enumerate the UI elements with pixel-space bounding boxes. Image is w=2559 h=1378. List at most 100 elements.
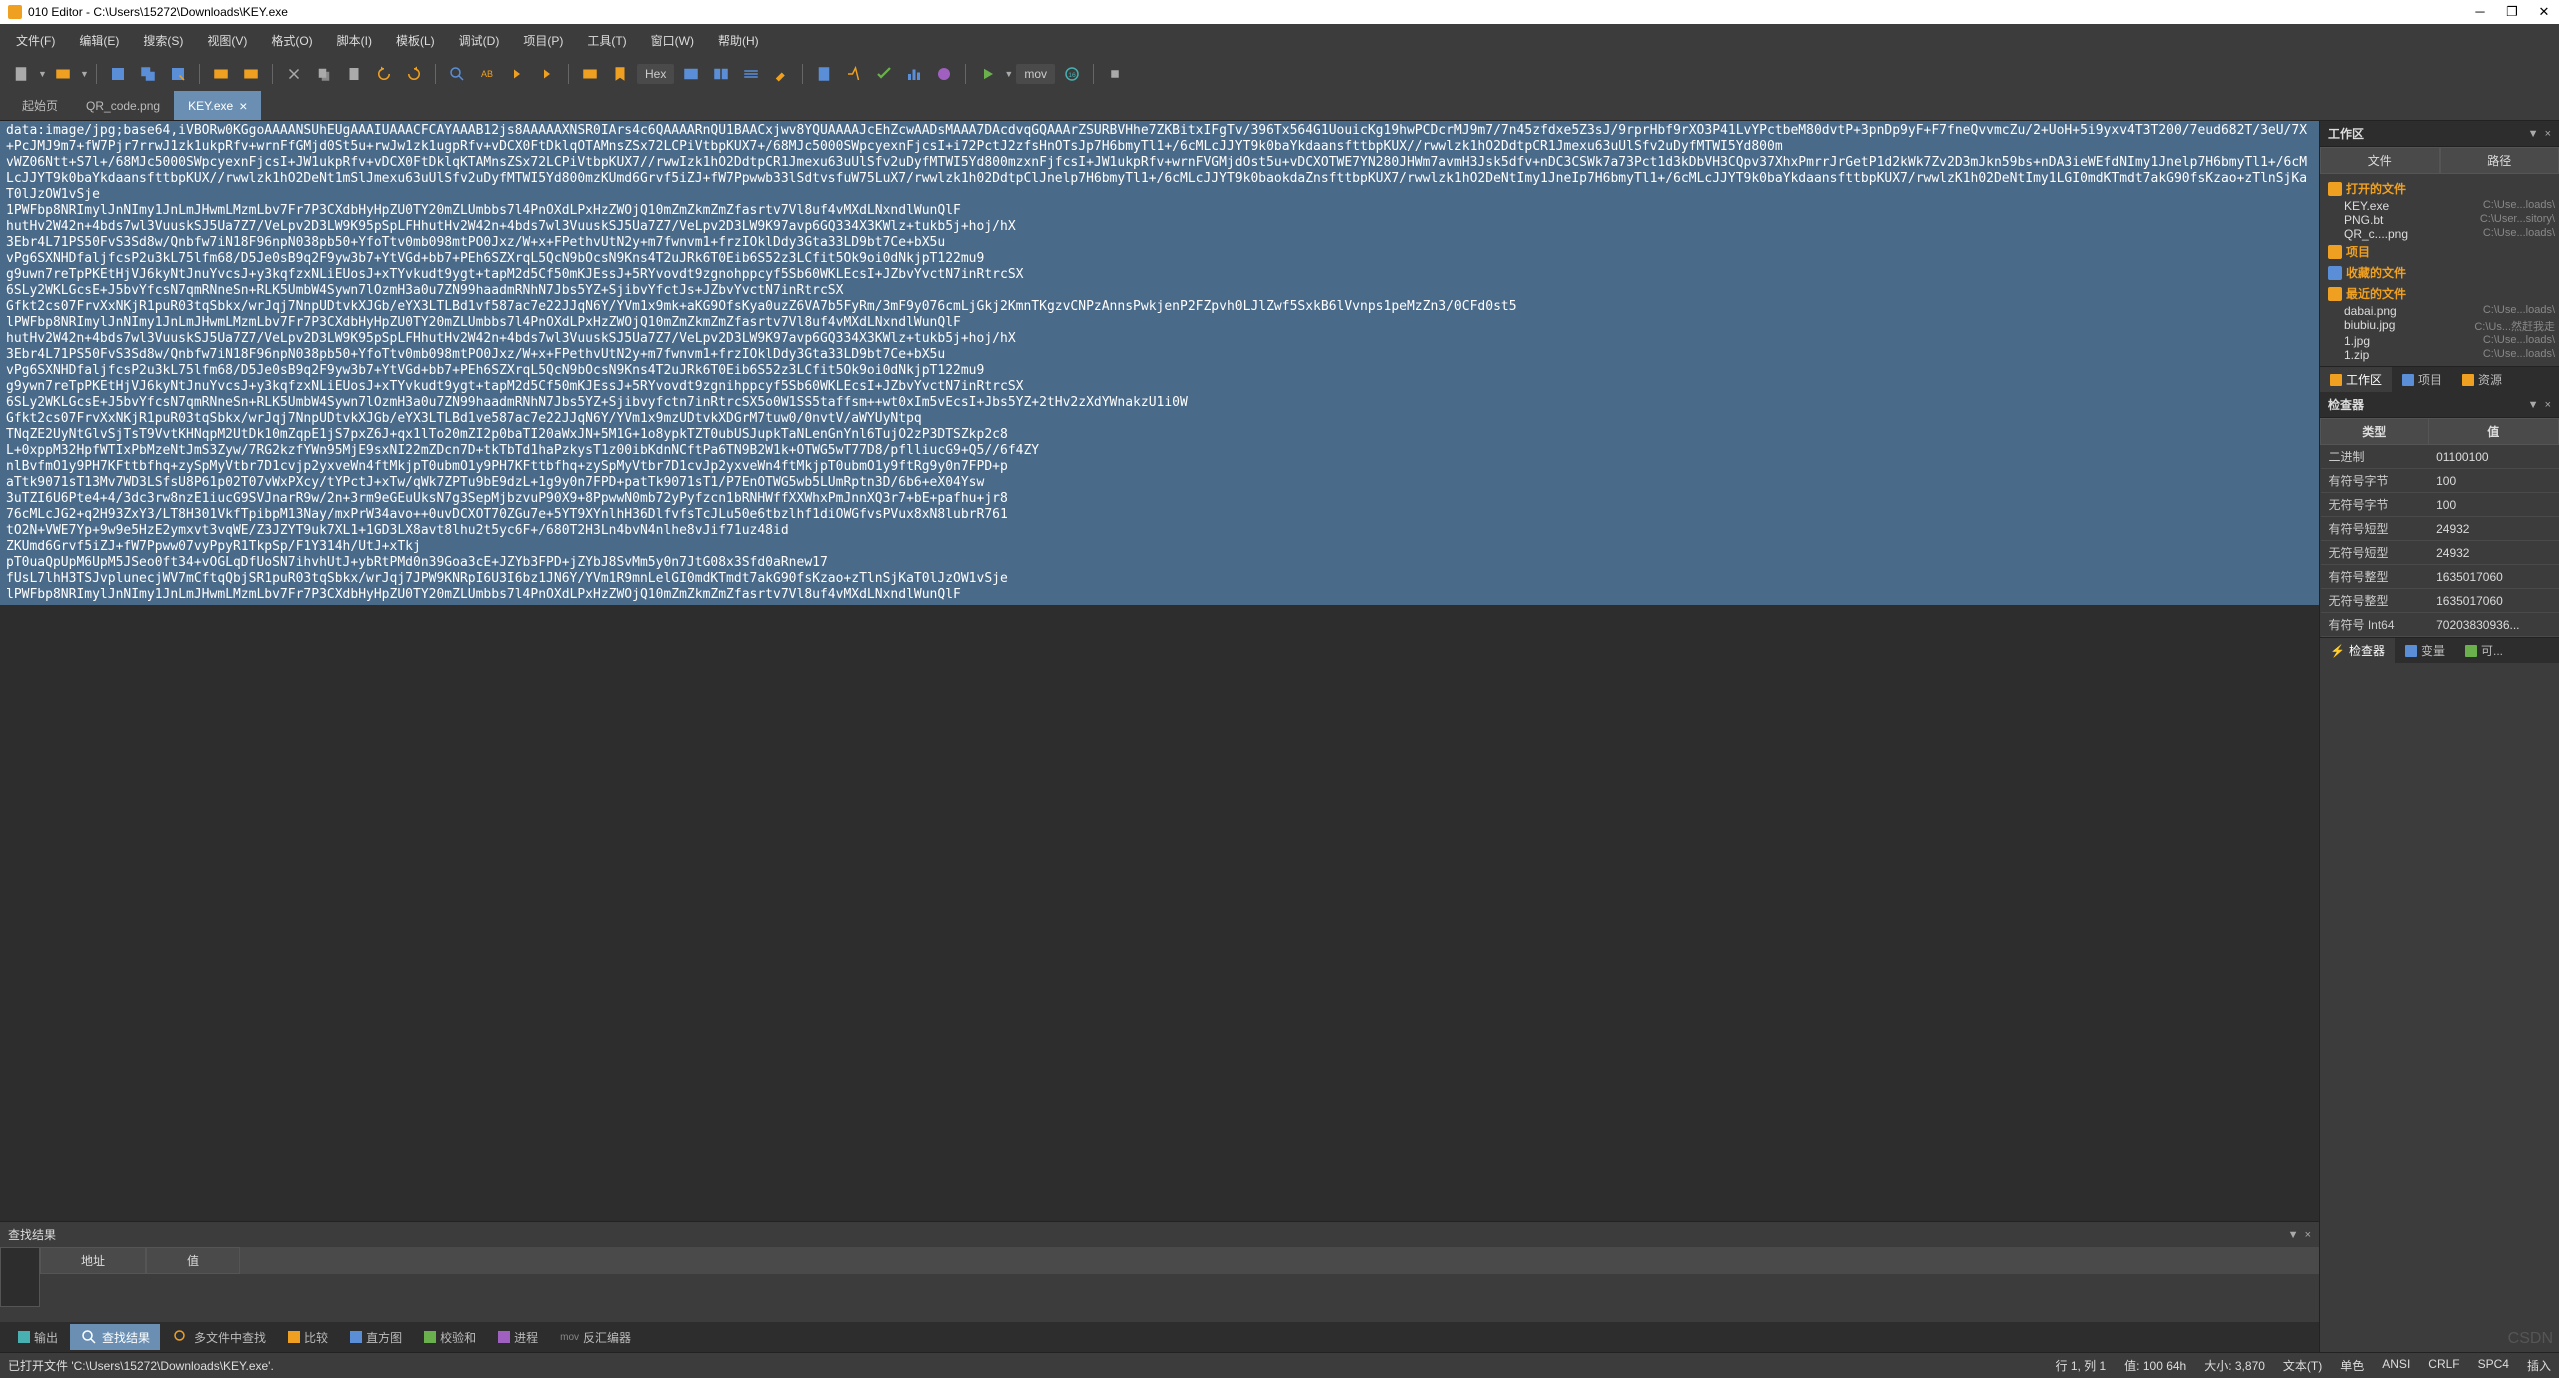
find-next-button[interactable] xyxy=(534,61,560,87)
inspector-col-value[interactable]: 值 xyxy=(2428,419,2558,445)
tree-file[interactable]: KEY.exeC:\Use...loads\ xyxy=(2324,199,2555,213)
status-encoding[interactable]: ANSI xyxy=(2382,1357,2410,1374)
side-tab-workspace[interactable]: 工作区 xyxy=(2320,367,2392,392)
tree-section-project[interactable]: 项目 xyxy=(2324,241,2555,262)
btab-results[interactable]: 查找结果 xyxy=(70,1324,160,1350)
maximize-button[interactable]: ❐ xyxy=(2505,5,2519,19)
open-file-button[interactable] xyxy=(50,61,76,87)
tree-section-open[interactable]: 打开的文件 xyxy=(2324,178,2555,199)
tree-file[interactable]: QR_c....pngC:\Use...loads\ xyxy=(2324,227,2555,241)
status-insert-mode[interactable]: 插入 xyxy=(2527,1357,2551,1374)
goto-button[interactable] xyxy=(577,61,603,87)
status-lineending[interactable]: CRLF xyxy=(2428,1357,2459,1374)
inspector-row[interactable]: 无符号整型1635017060 xyxy=(2321,589,2559,613)
status-type[interactable]: 文本(T) xyxy=(2283,1357,2322,1374)
side-tab-project[interactable]: 项目 xyxy=(2392,367,2452,392)
redo-button[interactable] xyxy=(401,61,427,87)
find-prev-button[interactable] xyxy=(504,61,530,87)
run-dropdown[interactable]: ▼ xyxy=(1004,69,1012,79)
workspace-tree[interactable]: 打开的文件 KEY.exeC:\Use...loads\ PNG.btC:\Us… xyxy=(2320,174,2559,366)
workspace-col-path[interactable]: 路径 xyxy=(2440,147,2559,174)
toggle-hex-button[interactable] xyxy=(678,61,704,87)
save-button[interactable] xyxy=(105,61,131,87)
open-dropdown[interactable]: ▼ xyxy=(80,69,88,79)
side-tab-inspector[interactable]: ⚡检查器 xyxy=(2320,638,2395,663)
btab-checksum[interactable]: 校验和 xyxy=(414,1324,486,1350)
find-button[interactable] xyxy=(444,61,470,87)
ruler-button[interactable] xyxy=(738,61,764,87)
process-button[interactable] xyxy=(931,61,957,87)
new-file-button[interactable] xyxy=(8,61,34,87)
hex-mode-label[interactable]: Hex xyxy=(637,64,674,84)
inspector-row[interactable]: 有符号字节100 xyxy=(2321,469,2559,493)
workspace-col-file[interactable]: 文件 xyxy=(2320,147,2440,174)
bookmark-button[interactable] xyxy=(607,61,633,87)
panel-close-icon[interactable]: × xyxy=(2545,128,2551,140)
menu-window[interactable]: 窗口(W) xyxy=(643,28,702,53)
menu-search[interactable]: 搜索(S) xyxy=(135,28,191,53)
inspector-row[interactable]: 二进制01100100 xyxy=(2321,445,2559,469)
btab-process[interactable]: 进程 xyxy=(488,1324,548,1350)
panel-close-icon[interactable]: × xyxy=(2545,399,2551,411)
status-spacing[interactable]: SPC4 xyxy=(2478,1357,2509,1374)
btab-find-in-files[interactable]: 多文件中查找 xyxy=(162,1324,276,1350)
tab-keyexe[interactable]: KEY.exe × xyxy=(174,91,261,120)
open-project-button[interactable] xyxy=(208,61,234,87)
panel-dropdown-icon[interactable]: ▼ xyxy=(2288,1229,2299,1241)
highlight-button[interactable] xyxy=(768,61,794,87)
tree-file[interactable]: PNG.btC:\User...sitory\ xyxy=(2324,213,2555,227)
search-col-value[interactable]: 值 xyxy=(146,1247,240,1274)
copy-button[interactable] xyxy=(311,61,337,87)
menu-project[interactable]: 项目(P) xyxy=(515,28,571,53)
save-as-button[interactable] xyxy=(165,61,191,87)
mov-label[interactable]: mov xyxy=(1016,64,1055,84)
menu-script[interactable]: 脚本(I) xyxy=(329,28,380,53)
btab-compare[interactable]: 比较 xyxy=(278,1324,338,1350)
panel-dropdown-icon[interactable]: ▼ xyxy=(2528,399,2539,411)
menu-debug[interactable]: 调试(D) xyxy=(451,28,508,53)
editor-content[interactable]: data:image/jpg;base64,iVBORw0KGgoAAAANSU… xyxy=(0,121,2319,605)
btab-histogram[interactable]: 直方图 xyxy=(340,1324,412,1350)
stop-button[interactable] xyxy=(1102,61,1128,87)
inspector-col-type[interactable]: 类型 xyxy=(2321,419,2429,445)
tree-file[interactable]: 1.jpgC:\Use...loads\ xyxy=(2324,334,2555,348)
menu-edit[interactable]: 编辑(E) xyxy=(71,28,127,53)
disassembler-config-button[interactable]: 16 xyxy=(1059,61,1085,87)
save-project-button[interactable] xyxy=(238,61,264,87)
btab-disassembler[interactable]: mov反汇编器 xyxy=(550,1324,641,1350)
replace-button[interactable]: AB xyxy=(474,61,500,87)
menu-format[interactable]: 格式(O) xyxy=(263,28,320,53)
tree-file[interactable]: biubiu.jpgC:\Us...然赶我走 xyxy=(2324,318,2555,334)
undo-button[interactable] xyxy=(371,61,397,87)
histogram-button[interactable] xyxy=(901,61,927,87)
menu-help[interactable]: 帮助(H) xyxy=(710,28,767,53)
side-tab-variables[interactable]: 变量 xyxy=(2395,638,2455,663)
editor-area[interactable]: data:image/jpg;base64,iVBORw0KGgoAAAANSU… xyxy=(0,121,2319,1221)
compare-button[interactable] xyxy=(841,61,867,87)
tab-close-icon[interactable]: × xyxy=(239,98,247,114)
tree-file[interactable]: dabai.pngC:\Use...loads\ xyxy=(2324,304,2555,318)
save-all-button[interactable] xyxy=(135,61,161,87)
btab-output[interactable]: 输出 xyxy=(8,1324,68,1350)
status-endian[interactable]: 单色 xyxy=(2340,1357,2364,1374)
inspector-row[interactable]: 有符号短型24932 xyxy=(2321,517,2559,541)
menu-view[interactable]: 视图(V) xyxy=(199,28,255,53)
cut-button[interactable] xyxy=(281,61,307,87)
tree-section-recent[interactable]: 最近的文件 xyxy=(2324,283,2555,304)
checksum-button[interactable] xyxy=(871,61,897,87)
close-button[interactable]: ✕ xyxy=(2537,5,2551,19)
paste-button[interactable] xyxy=(341,61,367,87)
panel-dropdown-icon[interactable]: ▼ xyxy=(2528,128,2539,140)
tree-file[interactable]: 1.zipC:\Use...loads\ xyxy=(2324,348,2555,362)
inspector-row[interactable]: 有符号整型1635017060 xyxy=(2321,565,2559,589)
new-dropdown[interactable]: ▼ xyxy=(38,69,46,79)
tree-section-favorites[interactable]: 收藏的文件 xyxy=(2324,262,2555,283)
column-mode-button[interactable] xyxy=(708,61,734,87)
tab-qrcode[interactable]: QR_code.png xyxy=(72,91,174,120)
tab-start[interactable]: 起始页 xyxy=(8,91,72,120)
run-script-button[interactable] xyxy=(974,61,1000,87)
search-col-address[interactable]: 地址 xyxy=(40,1247,146,1274)
calculator-button[interactable] xyxy=(811,61,837,87)
inspector-row[interactable]: 无符号字节100 xyxy=(2321,493,2559,517)
inspector-row[interactable]: 无符号短型24932 xyxy=(2321,541,2559,565)
